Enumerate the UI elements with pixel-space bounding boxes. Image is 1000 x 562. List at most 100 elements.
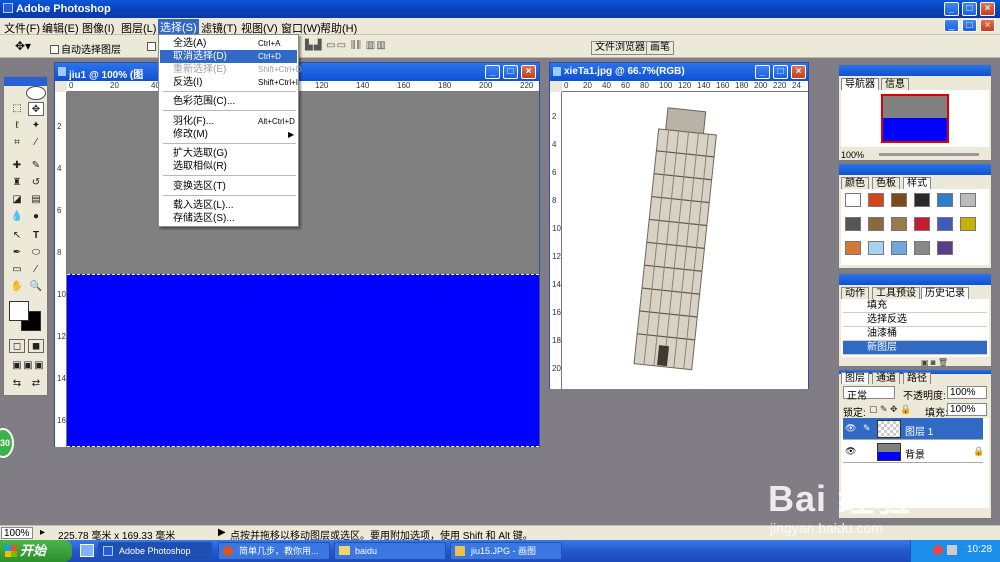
layer-row-1[interactable]: 👁 ✎ 图层 1 [843, 418, 983, 440]
menu-help[interactable]: 帮助(H) [320, 20, 357, 36]
tray-icon[interactable] [933, 545, 943, 555]
menu-select[interactable]: 选择(S) [158, 19, 199, 34]
fill-input[interactable]: 100% [947, 403, 987, 416]
tab-navigator[interactable]: 导航器 [841, 78, 879, 90]
foreground-color-swatch[interactable] [9, 301, 29, 321]
tab-color[interactable]: 颜色 [841, 177, 869, 189]
task-photoshop[interactable]: Adobe Photoshop [98, 542, 212, 560]
jump-icon[interactable]: ⇄ [28, 377, 44, 391]
menu-file[interactable]: 文件(F) [4, 20, 40, 36]
style-swatch[interactable] [937, 193, 953, 207]
menu-item-inverse[interactable]: 反选(I) Shift+Ctrl+I [160, 76, 298, 89]
style-swatch[interactable] [868, 241, 884, 255]
history-item-selected[interactable]: 新图层 [843, 341, 987, 355]
brush-tool-icon[interactable]: ✎ [28, 159, 44, 173]
history-item[interactable]: 填充 [843, 299, 987, 313]
style-swatch[interactable] [937, 241, 953, 255]
style-swatch[interactable] [868, 193, 884, 207]
task-baidu-folder[interactable]: baidu [334, 542, 446, 560]
style-swatch[interactable] [937, 217, 953, 231]
slice-tool-icon[interactable]: ⁄ [28, 136, 44, 150]
pen-tool-icon[interactable]: ✒ [9, 246, 25, 260]
history-footer-icons[interactable]: ▣ ◙ 🗑 [921, 358, 948, 367]
tab-paths[interactable]: 路径 [903, 372, 931, 384]
doc1-blue-selection[interactable] [67, 274, 539, 447]
menu-item-similar[interactable]: 选取相似(R) [160, 160, 297, 173]
brush-link-icon[interactable]: ✎ [863, 423, 871, 434]
style-swatch[interactable] [891, 217, 907, 231]
show-desktop-icon[interactable] [80, 544, 94, 557]
menu-item-color-range[interactable]: 色彩范围(C)... [160, 95, 297, 108]
eye-icon[interactable]: 👁 [845, 423, 856, 434]
menu-image[interactable]: 图像(I) [82, 20, 114, 36]
tab-actions[interactable]: 动作 [841, 287, 869, 299]
tab-swatches[interactable]: 色板 [872, 177, 900, 189]
tab-styles[interactable]: 样式 [903, 177, 931, 189]
doc1-canvas-gray[interactable] [67, 92, 539, 274]
standard-mode-icon[interactable]: ◻ [9, 339, 25, 353]
path-select-icon[interactable]: ↖ [9, 229, 25, 243]
lock-icons[interactable]: ▢ ✎ ✥ 🔒 [869, 404, 911, 415]
style-swatch[interactable] [960, 217, 976, 231]
style-swatch[interactable] [914, 241, 930, 255]
doc-restore-button[interactable]: □ [962, 19, 977, 32]
dodge-tool-icon[interactable]: ● [28, 210, 44, 224]
tab-channels[interactable]: 通道 [872, 372, 900, 384]
opacity-input[interactable]: 100% [947, 386, 987, 399]
doc1-minimize-button[interactable]: _ [485, 65, 500, 79]
menu-item-feather[interactable]: 羽化(F)... Alt+Ctrl+D [160, 115, 297, 128]
crop-tool-icon[interactable]: ⌗ [9, 136, 25, 150]
menu-item-load-selection[interactable]: 载入选区(L)... [160, 199, 297, 212]
show-bounds-checkbox[interactable] [147, 41, 158, 53]
brushes-tab[interactable]: 画笔 [646, 41, 674, 55]
tab-history[interactable]: 历史记录 [921, 287, 969, 299]
menu-item-grow[interactable]: 扩大选取(G) [160, 147, 297, 160]
doc2-close-button[interactable]: × [791, 65, 806, 79]
style-none-swatch[interactable] [845, 193, 861, 207]
file-browser-tab[interactable]: 文件浏览器 [591, 41, 649, 55]
maximize-button[interactable]: □ [962, 2, 977, 16]
eyedropper-icon[interactable]: ⁄ [28, 263, 44, 277]
quick-mask-icon[interactable]: ◼ [28, 339, 44, 353]
type-tool-icon[interactable]: T [28, 229, 44, 243]
style-swatch[interactable] [845, 241, 861, 255]
style-swatch[interactable] [914, 193, 930, 207]
start-button[interactable]: 开始 [0, 540, 72, 562]
menu-item-deselect[interactable]: 取消选择(D) Ctrl+D [160, 50, 297, 63]
style-swatch[interactable] [960, 193, 976, 207]
style-swatch[interactable] [845, 217, 861, 231]
marquee-tool-icon[interactable]: ⬚ [9, 102, 25, 116]
status-play-icon[interactable]: ▶ [218, 527, 226, 538]
close-button[interactable]: × [980, 2, 995, 16]
navigator-zoom-slider[interactable] [879, 153, 979, 156]
menu-edit[interactable]: 编辑(E) [42, 20, 79, 36]
notes-tool-icon[interactable]: ▭ [9, 263, 25, 277]
shape-tool-icon[interactable]: ⬭ [28, 246, 44, 260]
move-tool-icon[interactable]: ✥ [28, 102, 44, 116]
doc1-close-button[interactable]: × [521, 65, 536, 79]
history-brush-icon[interactable]: ↺ [28, 176, 44, 190]
tab-layers[interactable]: 图层 [841, 372, 869, 384]
doc-minimize-button[interactable]: _ [944, 19, 959, 32]
menu-item-save-selection[interactable]: 存储选区(S)... [160, 212, 297, 225]
move-tool-icon[interactable]: ✥▾ [15, 39, 31, 53]
history-item[interactable]: 选择反选 [843, 313, 987, 327]
status-zoom-field[interactable]: 100% [1, 527, 33, 539]
minimize-button[interactable]: _ [944, 2, 959, 16]
stamp-tool-icon[interactable]: ♜ [9, 176, 25, 190]
magic-wand-icon[interactable]: ✦ [28, 119, 44, 133]
tab-tool-presets[interactable]: 工具预设 [872, 287, 920, 299]
task-paint[interactable]: jiu15.JPG - 画图 [450, 542, 562, 560]
screen-mode-3-icon[interactable]: ▣ [31, 359, 47, 373]
align-icons[interactable]: ▙▟ ▭▭ ⫼⫼ ▥▥ [305, 40, 387, 51]
navigator-zoom-value[interactable]: 100% [841, 150, 864, 160]
healing-brush-icon[interactable]: ✚ [9, 159, 25, 173]
menu-item-modify[interactable]: 修改(M) ▶ [160, 128, 297, 141]
eraser-tool-icon[interactable]: ◪ [9, 193, 25, 207]
menu-item-transform-selection[interactable]: 变换选区(T) [160, 180, 297, 193]
volume-icon[interactable] [947, 545, 957, 555]
side-badge[interactable]: 30 [0, 428, 14, 458]
hand-tool-icon[interactable]: ✋ [9, 280, 25, 294]
menu-item-select-all[interactable]: 全选(A) Ctrl+A [160, 37, 297, 50]
imageready-icon[interactable]: ⇆ [9, 377, 25, 391]
